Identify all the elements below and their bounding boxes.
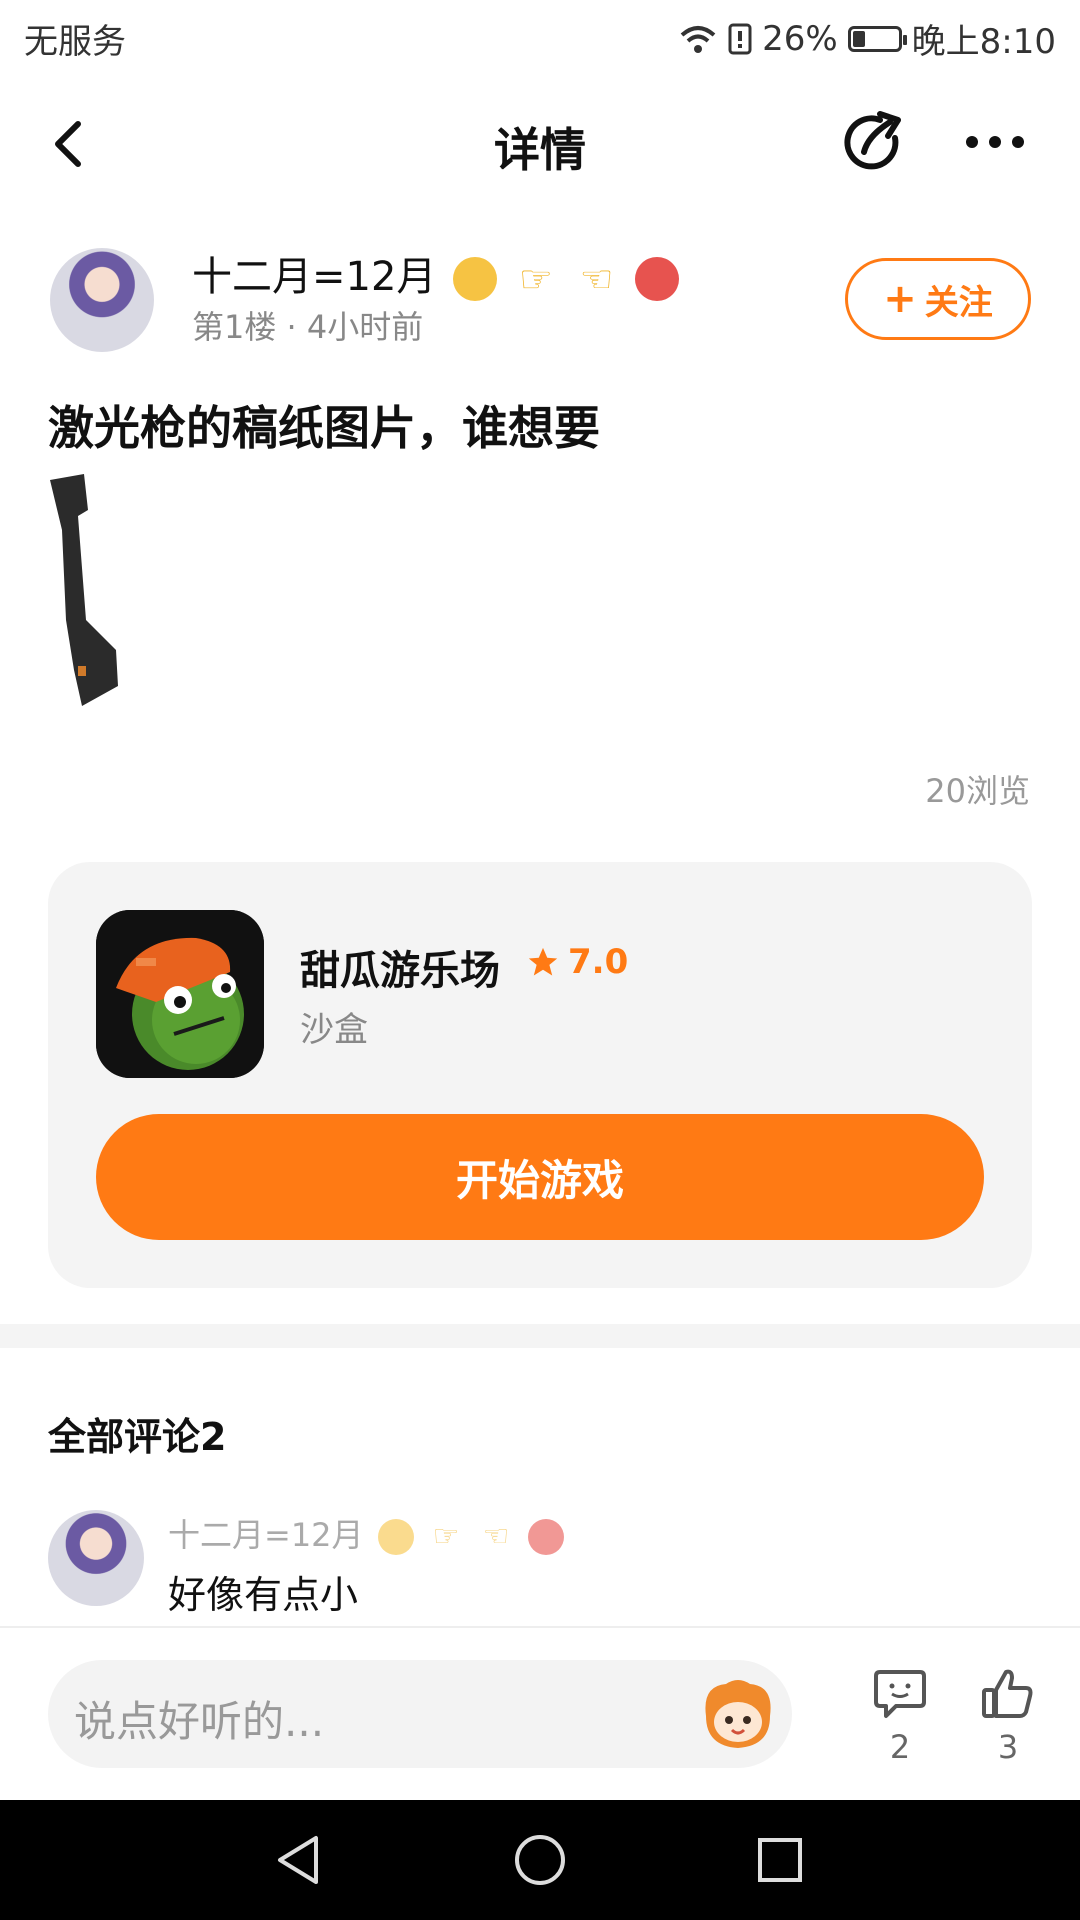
point-left-emoji-icon: ☜	[482, 1519, 510, 1554]
top-navigation: 详情	[0, 90, 1080, 200]
game-app-icon[interactable]	[96, 910, 264, 1078]
game-rating: 7.0	[526, 942, 628, 982]
game-category: 沙盒	[300, 1010, 368, 1050]
comments-title: 全部评论2	[48, 1415, 227, 1459]
nav-back-icon[interactable]	[270, 1830, 330, 1890]
wifi-icon	[680, 25, 716, 53]
grin-emoji-icon	[453, 257, 498, 301]
author-name[interactable]: 十二月=12月 ☞ ☜	[192, 244, 680, 302]
point-right-emoji-icon: ☞	[432, 1519, 460, 1554]
post-floor-time: 第1楼 · 4小时前	[192, 308, 424, 346]
post-image-laser-gun[interactable]	[44, 470, 134, 710]
battery-percent: 26%	[762, 18, 838, 59]
view-count: 20浏览	[925, 772, 1030, 810]
share-button[interactable]	[840, 108, 910, 178]
thumbs-up-icon	[982, 1669, 1033, 1718]
nav-home-icon[interactable]	[510, 1830, 570, 1890]
star-icon	[528, 947, 558, 976]
comment-input-placeholder: 说点好听的...	[74, 1697, 325, 1746]
point-left-emoji-icon: ☜	[579, 257, 614, 301]
grin-emoji-icon	[377, 1519, 414, 1555]
angry-emoji-icon	[528, 1519, 565, 1555]
like-count: 3	[997, 1728, 1019, 1766]
more-dots-icon	[966, 136, 1024, 148]
comment-count: 2	[889, 1728, 911, 1766]
comment-input[interactable]: 说点好听的...	[48, 1660, 792, 1768]
comment-author[interactable]: 十二月=12月 ☞ ☜	[168, 1510, 565, 1556]
sim-alert-icon	[728, 23, 752, 54]
melon-character-icon	[96, 910, 264, 1078]
status-right: 26% 晚上8:10	[678, 14, 1056, 63]
rating-value: 7.0	[568, 942, 629, 982]
post-title: 激光枪的稿纸图片，谁想要	[48, 401, 600, 455]
nav-recents-icon[interactable]	[750, 1830, 810, 1890]
start-game-button[interactable]: 开始游戏	[96, 1114, 984, 1240]
game-card[interactable]: 甜瓜游乐场 7.0 沙盒 开始游戏	[48, 862, 1032, 1288]
angry-emoji-icon	[635, 257, 680, 301]
comment-author-text: 十二月=12月	[168, 1516, 364, 1554]
author-avatar[interactable]	[50, 248, 154, 352]
comment-avatar[interactable]	[48, 1510, 144, 1606]
game-name: 甜瓜游乐场	[300, 948, 500, 994]
laser-gun-image	[50, 474, 118, 706]
more-button[interactable]	[960, 112, 1030, 172]
bottom-action-bar: 说点好听的... 2 3	[0, 1626, 1080, 1800]
plus-icon: +	[883, 276, 917, 322]
carrier-text: 无服务	[24, 22, 126, 62]
follow-button[interactable]: + 关注	[845, 258, 1031, 340]
comment-bubble-icon	[874, 1670, 926, 1718]
page-title: 详情	[494, 123, 586, 177]
point-right-emoji-icon: ☞	[518, 257, 553, 301]
mascot-emoji-icon[interactable]	[698, 1676, 778, 1752]
status-bar: 无服务 26% 晚上8:10	[0, 0, 1080, 76]
share-icon	[844, 111, 901, 170]
author-name-text: 十二月=12月	[192, 254, 437, 300]
comment-count-button[interactable]: 2	[868, 1668, 932, 1766]
clock: 晚上8:10	[911, 22, 1056, 62]
system-nav-bar	[0, 1800, 1080, 1920]
like-button[interactable]: 3	[976, 1668, 1040, 1766]
section-divider	[0, 1324, 1080, 1348]
follow-label: 关注	[924, 282, 993, 323]
comment-text: 好像有点小	[168, 1573, 359, 1617]
battery-icon	[847, 25, 907, 52]
